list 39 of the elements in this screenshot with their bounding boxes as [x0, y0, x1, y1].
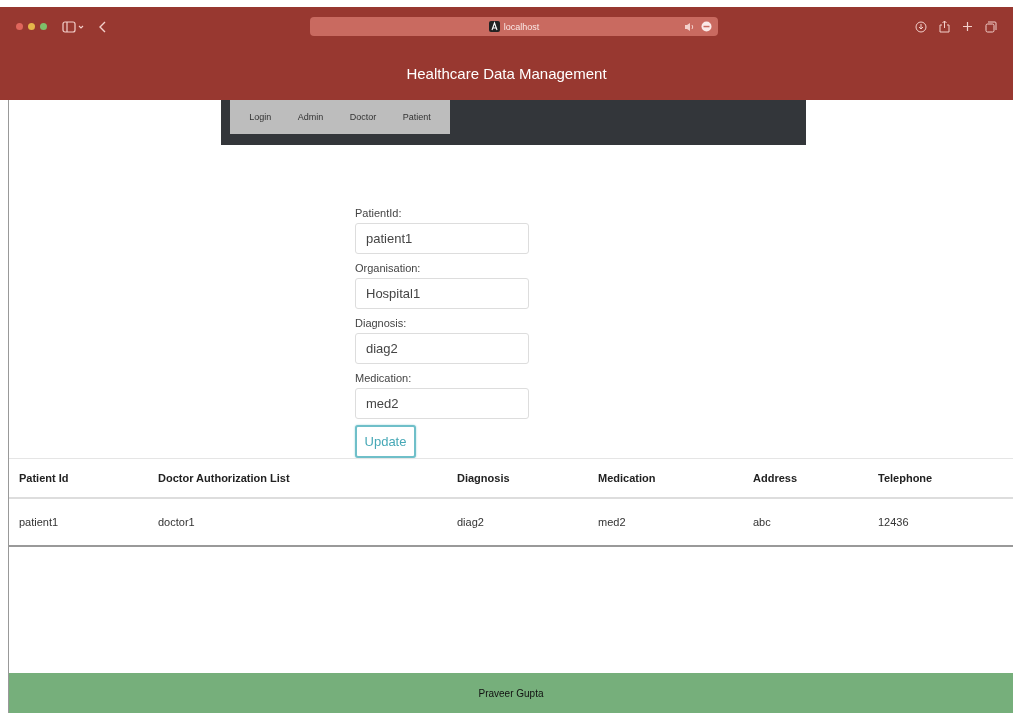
back-icon[interactable] — [99, 20, 107, 33]
zoom-icon[interactable] — [40, 23, 47, 30]
input-field[interactable]: patient1 — [355, 223, 529, 254]
site-icon — [488, 21, 500, 32]
field-label: PatientId: — [355, 207, 403, 219]
app-title: Healthcare Data Management — [406, 64, 607, 82]
table-cell: doctor1 — [148, 498, 447, 546]
share-icon[interactable] — [939, 20, 950, 33]
close-icon[interactable] — [16, 23, 23, 30]
nav-link[interactable]: Admin — [297, 112, 324, 122]
input-field[interactable]: diag2 — [355, 333, 529, 364]
block-icon[interactable] — [701, 21, 712, 32]
table-cell: 12436 — [868, 498, 1013, 546]
field-label: Organisation: — [355, 262, 422, 274]
download-icon[interactable] — [915, 20, 927, 33]
speaker-icon[interactable] — [684, 21, 696, 32]
field-label: Diagnosis: — [355, 317, 408, 329]
column-header: Patient Id — [9, 458, 148, 498]
minimize-icon[interactable] — [28, 23, 35, 30]
table-cell: abc — [743, 498, 868, 546]
column-header: Medication — [588, 458, 743, 498]
plus-icon[interactable] — [962, 21, 973, 32]
table-cell: med2 — [588, 498, 743, 546]
input-field[interactable]: med2 — [355, 388, 529, 419]
column-header: Telephone — [868, 458, 1013, 498]
column-header: Doctor Authorization List — [148, 458, 447, 498]
field-label: Medication: — [355, 372, 413, 384]
tabs-icon[interactable] — [985, 20, 997, 33]
nav-link[interactable]: Login — [249, 112, 272, 122]
address-text: localhost — [503, 21, 540, 32]
nav-link[interactable]: Patient — [402, 112, 431, 122]
table-cell: diag2 — [447, 498, 588, 546]
column-header: Address — [743, 458, 868, 498]
column-header: Diagnosis — [447, 458, 588, 498]
sidebar-icon[interactable] — [62, 20, 84, 33]
input-field[interactable]: Hospital1 — [355, 278, 529, 309]
nav-link[interactable]: Doctor — [349, 112, 377, 122]
table-cell: patient1 — [9, 498, 148, 546]
footer-text: Praveer Gupta — [478, 687, 544, 699]
